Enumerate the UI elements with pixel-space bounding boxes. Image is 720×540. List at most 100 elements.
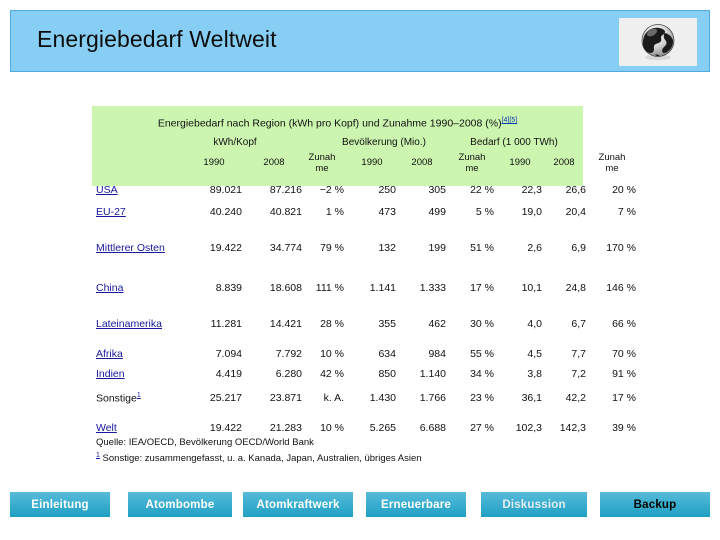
region-label: Mittlerer Osten bbox=[96, 242, 165, 254]
group-header-demand: Bedarf (1 000 TWh) bbox=[470, 137, 558, 148]
cell-r5-c0: 7.094 bbox=[215, 348, 242, 360]
nav-button-backup[interactable]: Backup bbox=[600, 492, 710, 517]
sub-header-1: 2008 bbox=[263, 157, 285, 168]
table-source-notes: Quelle: IEA/OECD, Bevölkerung OECD/World… bbox=[96, 436, 596, 465]
footnote-text: Sonstige: zusammengefasst, u. a. Kanada,… bbox=[102, 453, 422, 465]
reference-superscript[interactable]: [4][5] bbox=[502, 117, 518, 124]
cell-r3-c3: 1.141 bbox=[369, 282, 396, 294]
cell-r7-c1: 23.871 bbox=[269, 392, 302, 404]
cell-r4-c1: 14.421 bbox=[269, 318, 302, 330]
cell-r4-c6: 4,0 bbox=[527, 318, 542, 330]
cell-r5-c7: 7,7 bbox=[571, 348, 586, 360]
globe-icon bbox=[619, 18, 697, 66]
cell-r2-c0: 19.422 bbox=[209, 242, 242, 254]
cell-r5-c2: 10 % bbox=[320, 348, 344, 360]
cell-r5-c3: 634 bbox=[378, 348, 396, 360]
table-row: China 8.839 18.608 111 % 1.141 1.333 17 % 10,1 2… bbox=[0, 282, 720, 300]
table-caption-text: Energiebedarf nach Region (kWh pro Kopf)… bbox=[157, 117, 502, 130]
cell-r4-c7: 6,7 bbox=[571, 318, 586, 330]
cell-r7-c3: 1.430 bbox=[369, 392, 396, 404]
table-row: USA 89.021 87.216 −2 % 250 305 22 % 22,3 26,6 20 … bbox=[0, 184, 720, 202]
cell-r3-c1: 18.608 bbox=[269, 282, 302, 294]
table-row: Afrika 7.094 7.792 10 % 634 984 55 % 4,5 7,7 70 % bbox=[0, 348, 720, 366]
group-header-population: Bevölkerung (Mio.) bbox=[342, 137, 426, 148]
sub-header-0: 1990 bbox=[203, 157, 225, 168]
cell-r7-c6: 36,1 bbox=[521, 392, 542, 404]
cell-r7-c8: 17 % bbox=[612, 392, 636, 404]
group-header-row: kWh/Kopf Bevölkerung (Mio.) Bedarf (1 00… bbox=[92, 137, 583, 153]
bottom-navigation: Einleitung Atombombe Atomkraftwerk Erneuerb… bbox=[0, 492, 720, 526]
cell-r4-c2: 28 % bbox=[320, 318, 344, 330]
table-caption: Energiebedarf nach Region (kWh pro Kopf)… bbox=[92, 117, 583, 130]
table-row: EU-27 40.240 40.821 1 % 473 499 5 % 19,0 20,4 7 % bbox=[0, 206, 720, 224]
region-label: Afrika bbox=[96, 348, 123, 360]
cell-r0-c6: 22,3 bbox=[521, 184, 542, 196]
cell-r3-c2: 111 % bbox=[315, 282, 344, 294]
slide-title-bar: Energiebedarf Weltweit bbox=[10, 10, 710, 72]
cell-r7-c2: k. A. bbox=[323, 392, 344, 404]
cell-r6-c4: 1.140 bbox=[419, 368, 446, 380]
cell-r6-c2: 42 % bbox=[320, 368, 344, 380]
cell-r3-c6: 10,1 bbox=[521, 282, 542, 294]
region-label: Indien bbox=[96, 368, 125, 380]
cell-r1-c3: 473 bbox=[378, 206, 396, 218]
sub-header-7: 2008 bbox=[553, 157, 575, 168]
region-label: Sonstige bbox=[96, 392, 137, 405]
nav-button-diskussion[interactable]: Diskussion bbox=[481, 492, 587, 517]
footnote-marker: 1 bbox=[96, 452, 100, 459]
cell-r7-c7: 42,2 bbox=[565, 392, 586, 404]
cell-r4-c0: 11.281 bbox=[210, 318, 242, 330]
nav-button-erneuerbare[interactable]: Erneuerbare bbox=[366, 492, 466, 517]
cell-r0-c8: 20 % bbox=[612, 184, 636, 196]
cell-r2-c5: 51 % bbox=[470, 242, 494, 254]
cell-r2-c2: 79 % bbox=[320, 242, 344, 254]
table-row: Indien 4.419 6.280 42 % 850 1.140 34 % 3,8 7,2 91… bbox=[0, 368, 720, 386]
sub-header-5: Zunah me bbox=[458, 152, 486, 174]
cell-r6-c8: 91 % bbox=[612, 368, 636, 380]
nav-button-atombombe[interactable]: Atombombe bbox=[128, 492, 232, 517]
cell-r2-c4: 199 bbox=[428, 242, 446, 254]
cell-r5-c1: 7.792 bbox=[275, 348, 302, 360]
cell-r5-c8: 70 % bbox=[612, 348, 636, 360]
cell-r6-c1: 6.280 bbox=[275, 368, 302, 380]
cell-r6-c6: 3,8 bbox=[527, 368, 542, 380]
cell-r4-c4: 462 bbox=[428, 318, 446, 330]
cell-r0-c7: 26,6 bbox=[565, 184, 586, 196]
region-label: Lateinamerika bbox=[96, 318, 162, 330]
cell-r0-c0: 89.021 bbox=[209, 184, 242, 196]
cell-r5-c5: 55 % bbox=[470, 348, 494, 360]
footnote-line: 1 Sonstige: zusammengefasst, u. a. Kanad… bbox=[96, 449, 596, 465]
region-label: USA bbox=[96, 184, 118, 196]
cell-r6-c3: 850 bbox=[378, 368, 396, 380]
sub-header-3: 1990 bbox=[361, 157, 383, 168]
table-row: Lateinamerika 11.281 14.421 28 % 355 462 30 % 4… bbox=[0, 318, 720, 336]
energy-demand-table: Energiebedarf nach Region (kWh pro Kopf)… bbox=[0, 96, 720, 481]
sub-header-8: Zunah me bbox=[598, 152, 626, 174]
cell-r3-c5: 17 % bbox=[470, 282, 494, 294]
nav-button-atomkraftwerk[interactable]: Atomkraftwerk bbox=[243, 492, 353, 517]
cell-r8-c7: 142,3 bbox=[559, 422, 586, 434]
cell-r6-c7: 7,2 bbox=[571, 368, 586, 380]
cell-r1-c6: 19,0 bbox=[521, 206, 542, 218]
cell-r7-c4: 1.766 bbox=[419, 392, 446, 404]
cell-r7-c0: 25.217 bbox=[209, 392, 242, 404]
cell-r1-c8: 7 % bbox=[617, 206, 636, 218]
sub-header-4: 2008 bbox=[411, 157, 433, 168]
cell-r0-c4: 305 bbox=[428, 184, 446, 196]
nav-button-einleitung[interactable]: Einleitung bbox=[10, 492, 110, 517]
cell-r1-c0: 40.240 bbox=[209, 206, 242, 218]
cell-r8-c1: 21.283 bbox=[269, 422, 302, 434]
cell-r8-c8: 39 % bbox=[612, 422, 636, 434]
region-label: EU-27 bbox=[96, 206, 126, 218]
cell-r1-c7: 20,4 bbox=[565, 206, 586, 218]
source-line: Quelle: IEA/OECD, Bevölkerung OECD/World… bbox=[96, 437, 314, 448]
cell-r1-c2: 1 % bbox=[325, 206, 344, 218]
page-title: Energiebedarf Weltweit bbox=[37, 26, 277, 52]
cell-r3-c4: 1.333 bbox=[419, 282, 446, 294]
region-footnote-marker[interactable]: 1 bbox=[137, 392, 141, 399]
cell-r3-c7: 24,8 bbox=[565, 282, 586, 294]
cell-r0-c1: 87.216 bbox=[269, 184, 302, 196]
cell-r4-c3: 355 bbox=[378, 318, 396, 330]
sub-header-6: 1990 bbox=[509, 157, 531, 168]
group-header-kwh: kWh/Kopf bbox=[213, 137, 257, 148]
